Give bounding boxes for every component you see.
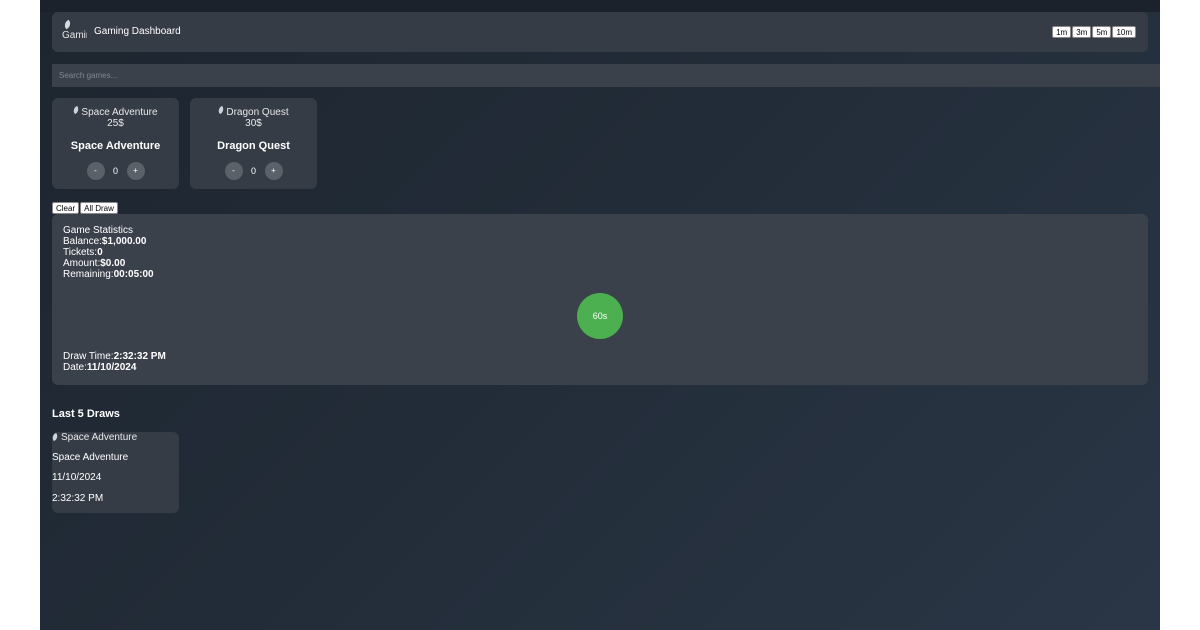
- decrement-button[interactable]: -: [224, 162, 243, 180]
- draw-image: Space Adventure: [52, 432, 137, 443]
- statistics-heading: Game Statistics: [63, 225, 134, 236]
- game-image: Space Adventure: [52, 107, 179, 118]
- game-image: Dragon Quest: [190, 107, 317, 118]
- balance-row: Balance:$1,000.00: [63, 236, 154, 247]
- increment-button[interactable]: +: [126, 162, 145, 180]
- quantity-value: 0: [112, 166, 118, 176]
- balance-label: Balance:: [63, 236, 102, 247]
- draw-time-value: 2:32:32 PM: [113, 351, 166, 362]
- draw-info: Draw Time:2:32:32 PM Date:11/10/2024: [63, 351, 166, 373]
- remaining-value: 00:05:00: [113, 269, 154, 280]
- interval-1m-button[interactable]: 1m: [1052, 26, 1072, 38]
- date-row: Date:11/10/2024: [63, 362, 166, 373]
- quantity-stepper: - 0 +: [190, 162, 317, 180]
- countdown-timer: 60s: [577, 293, 623, 339]
- draw-game-name: Space Adventure: [52, 452, 129, 463]
- game-image-alt-text: Dragon Quest: [226, 107, 289, 118]
- date-value: 11/10/2024: [86, 362, 137, 373]
- header-bar: Gaming Gaming Dashboard 1m 3m 5m 10m: [52, 12, 1148, 52]
- amount-row: Amount:$0.00: [63, 258, 154, 269]
- draw-time-row: Draw Time:2:32:32 PM: [63, 351, 166, 362]
- last-draw-card: Space Adventure Space Adventure 11/10/20…: [52, 432, 179, 513]
- increment-button[interactable]: +: [264, 162, 283, 180]
- amount-value: $0.00: [100, 258, 126, 269]
- amount-label: Amount:: [63, 258, 101, 269]
- top-strip: [40, 0, 1160, 12]
- broken-image-icon: [62, 19, 73, 30]
- game-image-alt-text: Space Adventure: [81, 107, 158, 118]
- logo-alt-text: Gaming: [62, 30, 87, 41]
- tickets-label: Tickets:: [63, 247, 98, 258]
- clear-button[interactable]: Clear: [52, 202, 80, 214]
- quantity-value: 0: [250, 166, 256, 176]
- action-buttons: Clear All Draw: [52, 202, 118, 214]
- page-title: Gaming Dashboard: [94, 26, 181, 37]
- game-price: 25$: [107, 118, 124, 129]
- interval-3m-button[interactable]: 3m: [1072, 26, 1092, 38]
- draw-time: 2:32:32 PM: [52, 493, 104, 504]
- remaining-row: Remaining:00:05:00: [63, 269, 154, 280]
- broken-image-icon: [218, 107, 226, 115]
- statistics-block: Game Statistics Balance:$1,000.00 Ticket…: [63, 225, 154, 280]
- balance-value: $1,000.00: [101, 236, 147, 247]
- decrement-button[interactable]: -: [86, 162, 105, 180]
- game-name: Space Adventure: [70, 140, 161, 152]
- game-card-dragon-quest: Dragon Quest 30$ Dragon Quest - 0 +: [190, 98, 317, 189]
- draw-image-alt-text: Space Adventure: [61, 432, 138, 443]
- search-input[interactable]: [52, 64, 1160, 87]
- interval-5m-button[interactable]: 5m: [1092, 26, 1112, 38]
- logo: Gaming: [62, 19, 88, 43]
- game-name: Dragon Quest: [217, 140, 290, 152]
- all-draw-button[interactable]: All Draw: [80, 202, 118, 214]
- broken-image-icon: [73, 107, 81, 115]
- broken-image-icon: [52, 434, 60, 442]
- game-price: 30$: [245, 118, 262, 129]
- game-statistics-panel: Game Statistics Balance:$1,000.00 Ticket…: [52, 214, 1148, 385]
- interval-10m-button[interactable]: 10m: [1112, 26, 1136, 38]
- date-label: Date:: [63, 362, 87, 373]
- app-root: Gaming Gaming Dashboard 1m 3m 5m 10m Spa…: [40, 0, 1160, 630]
- game-card-space-adventure: Space Adventure 25$ Space Adventure - 0 …: [52, 98, 179, 189]
- tickets-value: 0: [97, 247, 103, 258]
- last-draws-title: Last 5 Draws: [52, 408, 120, 420]
- tickets-row: Tickets:0: [63, 247, 154, 258]
- remaining-label: Remaining:: [63, 269, 114, 280]
- quantity-stepper: - 0 +: [52, 162, 179, 180]
- interval-selector: 1m 3m 5m 10m: [1052, 26, 1136, 38]
- draw-date: 11/10/2024: [52, 472, 102, 483]
- draw-time-label: Draw Time:: [63, 351, 114, 362]
